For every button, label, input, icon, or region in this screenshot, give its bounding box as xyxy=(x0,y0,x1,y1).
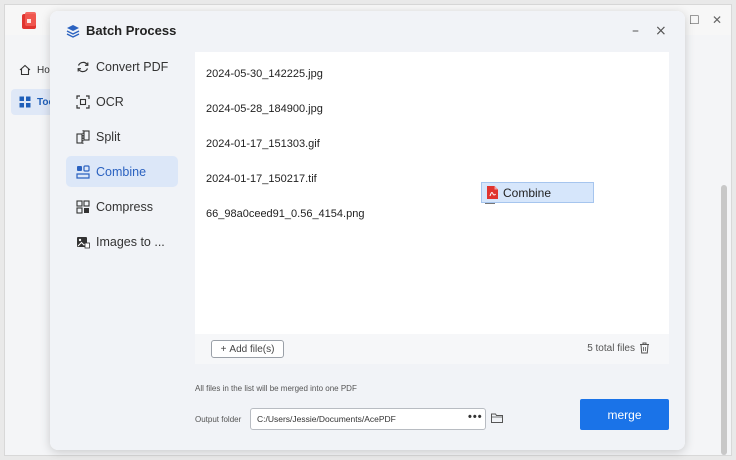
total-files-count: 5 total files xyxy=(587,343,635,354)
tools-grid-icon xyxy=(19,96,31,108)
drag-ghost: Combine xyxy=(481,182,594,203)
menu-item-label: Images to ... xyxy=(96,234,165,249)
menu-item-split[interactable]: Split xyxy=(66,121,178,152)
combine-icon xyxy=(76,164,90,179)
restore-icon[interactable]: ☐ xyxy=(689,13,700,27)
app-logo-icon xyxy=(22,12,36,29)
menu-item-label: Compress xyxy=(96,199,153,214)
close-icon[interactable]: ✕ xyxy=(712,13,722,27)
app-scrollbar[interactable] xyxy=(721,185,727,455)
output-folder-field[interactable]: C:/Users/Jessie/Documents/AcePDF xyxy=(250,408,486,430)
split-icon xyxy=(76,129,90,144)
dialog-title: Batch Process xyxy=(66,23,176,38)
compress-icon xyxy=(76,199,90,214)
menu-item-label: OCR xyxy=(96,94,124,109)
file-list-item[interactable]: 2024-01-17_151303.gif xyxy=(206,138,320,150)
file-list-item[interactable]: 66_98a0ceed91_0.56_4154.png xyxy=(206,208,364,220)
output-folder-path: C:/Users/Jessie/Documents/AcePDF xyxy=(257,414,396,424)
drag-ghost-marker xyxy=(485,203,495,204)
drag-ghost-label: Combine xyxy=(503,185,552,200)
file-list-footer: + Add file(s) 5 total files xyxy=(195,334,669,364)
merge-button[interactable]: merge xyxy=(580,399,669,430)
menu-item-label: Split xyxy=(96,129,121,144)
menu-item-label: Convert PDF xyxy=(96,59,169,74)
plus-icon: + xyxy=(220,343,227,355)
menu-item-combine[interactable]: Combine xyxy=(66,156,178,187)
trash-icon[interactable] xyxy=(639,342,650,354)
add-files-button[interactable]: + Add file(s) xyxy=(211,340,284,358)
dialog-close-button[interactable]: × xyxy=(655,23,667,39)
file-list-item[interactable]: 2024-05-28_184900.jpg xyxy=(206,103,323,115)
add-files-label: Add file(s) xyxy=(229,343,275,355)
minimize-button[interactable]: – xyxy=(632,23,639,39)
open-folder-icon[interactable] xyxy=(491,413,503,423)
convert-icon xyxy=(77,61,89,72)
file-list-item[interactable]: 2024-01-17_150217.tif xyxy=(206,173,317,185)
home-icon xyxy=(19,64,31,76)
browse-more-button[interactable]: ••• xyxy=(468,411,483,423)
layers-icon xyxy=(66,24,80,38)
ocr-icon xyxy=(76,94,90,109)
images-to-icon xyxy=(77,236,90,248)
menu-item-convert-pdf[interactable]: Convert PDF xyxy=(66,51,178,82)
menu-item-ocr[interactable]: OCR xyxy=(66,86,178,117)
dialog-title-text: Batch Process xyxy=(86,23,177,38)
merge-note: All files in the list will be merged int… xyxy=(195,384,357,393)
batch-process-dialog: Batch Process – × Convert PDF OCR Split … xyxy=(50,11,685,450)
file-list-item[interactable]: 2024-05-30_142225.jpg xyxy=(206,68,323,80)
file-list[interactable]: 2024-05-30_142225.jpg 2024-05-28_184900.… xyxy=(195,52,669,334)
output-folder-label: Output folder xyxy=(195,415,242,424)
menu-item-images-to[interactable]: Images to ... xyxy=(66,226,178,257)
menu-item-label: Combine xyxy=(96,164,147,179)
pdf-file-icon xyxy=(487,186,498,199)
menu-item-compress[interactable]: Compress xyxy=(66,191,178,222)
